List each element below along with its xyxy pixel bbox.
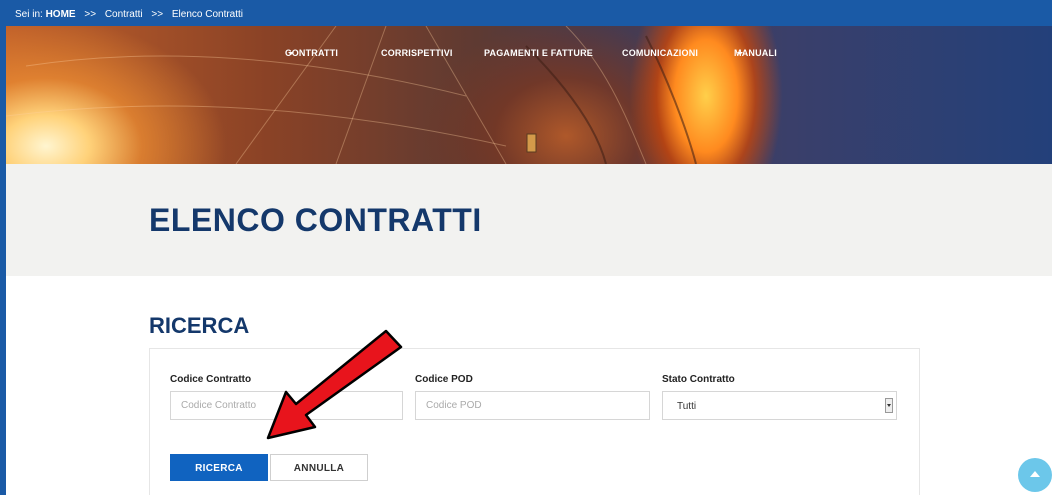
nav-item-comunicazioni[interactable]: COMUNICAZIONI xyxy=(622,48,698,58)
hero-balloon-image xyxy=(6,26,697,164)
breadcrumb: Sei in: HOME >> Contratti >> Elenco Cont… xyxy=(6,0,1052,26)
chevron-down-icon[interactable] xyxy=(885,398,893,413)
hero-banner: CONTRATTI CORRISPETTIVI PAGAMENTI E FATT… xyxy=(6,26,1052,164)
page-frame: Sei in: HOME >> Contratti >> Elenco Cont… xyxy=(6,0,1052,495)
stato-contratto-selected: Tutti xyxy=(677,401,697,412)
codice-contratto-label: Codice Contratto xyxy=(170,374,252,385)
stato-contratto-select[interactable]: Tutti xyxy=(662,391,897,420)
nav-item-corrispettivi[interactable]: CORRISPETTIVI xyxy=(381,48,453,58)
main-nav: CONTRATTI CORRISPETTIVI PAGAMENTI E FATT… xyxy=(6,48,1052,62)
stato-contratto-label: Stato Contratto xyxy=(662,374,735,385)
codice-contratto-input[interactable] xyxy=(170,391,403,420)
scroll-to-top-button[interactable] xyxy=(1018,458,1052,492)
nav-item-pagamenti-e-fatture[interactable]: PAGAMENTI E FATTURE xyxy=(484,48,593,58)
codice-pod-input[interactable] xyxy=(415,391,650,420)
breadcrumb-current: Elenco Contratti xyxy=(171,9,244,20)
nav-item-manuali[interactable]: MANUALI xyxy=(734,48,777,58)
breadcrumb-link-contratti[interactable]: Contratti xyxy=(105,9,143,20)
breadcrumb-prefix: Sei in: xyxy=(15,9,43,20)
search-section-title: RICERCA xyxy=(149,313,250,338)
cancel-button[interactable]: ANNULLA xyxy=(270,454,368,481)
breadcrumb-home-link[interactable]: HOME xyxy=(46,9,76,20)
title-band: ELENCO CONTRATTI xyxy=(6,164,1052,276)
breadcrumb-separator: >> xyxy=(84,9,97,20)
search-button[interactable]: RICERCA xyxy=(170,454,268,481)
page-title: ELENCO CONTRATTI xyxy=(149,202,482,238)
breadcrumb-separator: >> xyxy=(151,9,164,20)
codice-pod-label: Codice POD xyxy=(415,374,473,385)
nav-item-contratti[interactable]: CONTRATTI xyxy=(285,48,338,58)
search-form: Codice Contratto Codice POD Stato Contra… xyxy=(149,348,920,495)
